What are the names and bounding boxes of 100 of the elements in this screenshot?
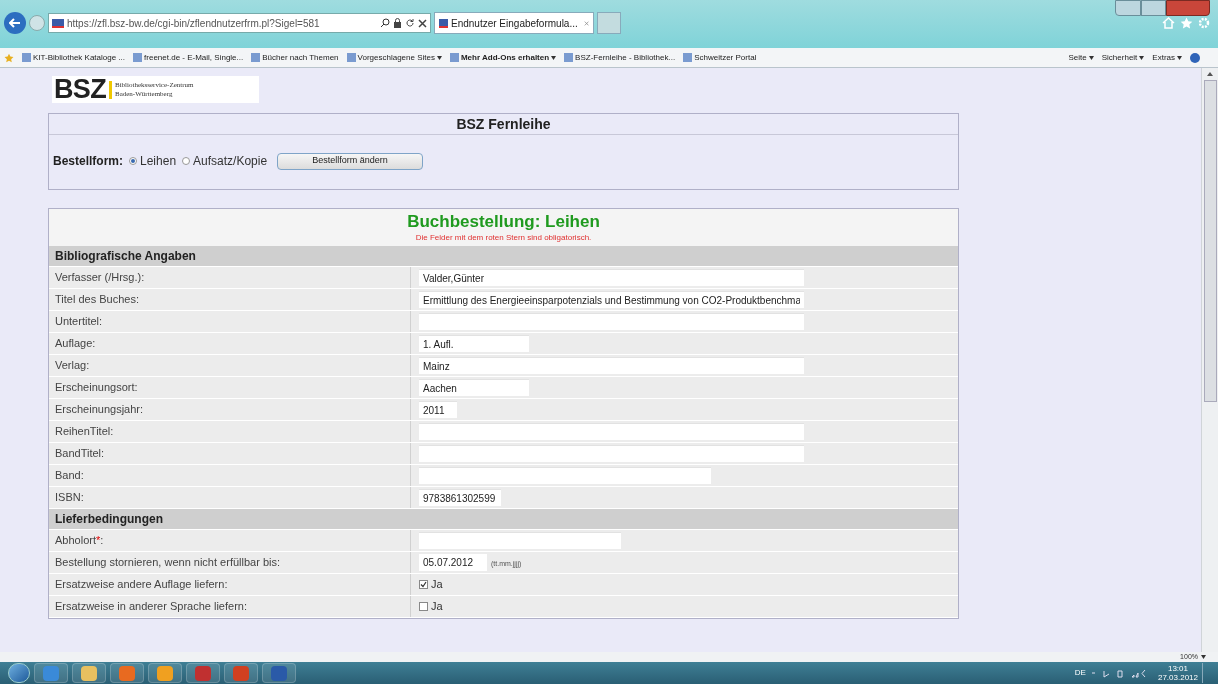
scroll-up-arrow-icon[interactable] (1207, 72, 1213, 76)
page-icon (133, 53, 143, 62)
arrow-left-icon (9, 18, 21, 28)
start-button[interactable] (8, 663, 30, 683)
form-title: Buchbestellung: Leihen (407, 211, 600, 232)
close-icon (418, 18, 427, 28)
text-field[interactable]: Mainz (419, 357, 804, 374)
favorite-label: Vorgeschlagene Sites (357, 51, 435, 64)
maximize-button[interactable] (1141, 0, 1166, 16)
star-icon[interactable] (4, 52, 14, 63)
tab-title: Endnutzer Eingabeformula... (451, 16, 578, 31)
radio-label: Leihen (140, 153, 177, 170)
address-field[interactable]: https://zfl.bsz-bw.de/cgi-bin/zflendnutzerfrm.pl?Sigel=581 (48, 13, 431, 33)
field-label: Verlag: (55, 358, 90, 374)
checkbox-label: Ja (431, 577, 443, 593)
text-field[interactable]: Aachen (419, 379, 529, 396)
field-label: BandTitel: (55, 446, 105, 462)
radio-label: Aufsatz/Kopie (193, 153, 268, 170)
field-label: Ersatzweise andere Auflage liefern: (55, 577, 228, 593)
field-label: ReihenTitel: (55, 424, 114, 440)
text-field[interactable]: Valder,Günter (419, 269, 804, 286)
field-label: Titel des Buches: (55, 292, 139, 308)
change-order-type-button[interactable]: Bestellform ändern (277, 152, 424, 170)
word-processor-icon[interactable] (262, 663, 296, 683)
caret-icon (1139, 55, 1145, 60)
star-icon[interactable] (1180, 17, 1193, 29)
page-icon (564, 53, 574, 62)
required-note: Die Felder mit dem roten Stern sind obligatorisch. (415, 231, 592, 244)
caret-icon (1201, 655, 1206, 659)
scrollbar-thumb[interactable] (1203, 80, 1217, 402)
radio-option[interactable]: Leihen (129, 152, 177, 170)
folder-icon[interactable] (72, 663, 106, 683)
browser-icon[interactable] (34, 663, 68, 683)
refresh-icon (405, 18, 415, 28)
command-label: Seite (1068, 51, 1087, 64)
new-tab-button[interactable] (597, 12, 621, 34)
quote-app-icon[interactable] (186, 663, 220, 683)
caret-icon (436, 55, 442, 60)
page-icon (683, 53, 693, 62)
field-label: Erscheinungsort: (55, 380, 138, 396)
checkmark-icon (420, 581, 427, 588)
page-icon (449, 53, 459, 62)
text-field[interactable] (419, 445, 804, 462)
settings-icon[interactable] (1198, 17, 1210, 29)
language-indicator[interactable]: DE (1074, 667, 1086, 679)
help-icon[interactable] (1190, 52, 1200, 63)
section-title: Lieferbedingungen (55, 511, 163, 528)
browser-tab[interactable]: Endnutzer Eingabeformula... (434, 12, 594, 34)
field-label: Auflage: (55, 336, 96, 352)
command-menu[interactable]: Sicherheit (1101, 51, 1145, 64)
text-field[interactable] (419, 423, 804, 440)
clock-time: 13:01 (1167, 664, 1188, 673)
close-button[interactable] (1166, 0, 1210, 16)
text-field[interactable] (419, 313, 804, 330)
text-field[interactable]: 9783861302599 (419, 489, 501, 506)
radio-button[interactable] (129, 157, 137, 165)
book-icon[interactable] (224, 663, 258, 683)
lock-icon (393, 18, 402, 28)
field-label: Ersatzweise in anderer Sprache liefern: (55, 599, 247, 615)
favorite-link[interactable]: Mehr Add-Ons erhalten (449, 51, 557, 64)
search-icon (380, 18, 390, 28)
field-label: ISBN: (55, 490, 84, 506)
field-label: Abholort*: (55, 533, 104, 549)
field-label: Bestellung stornieren, wenn nicht erfüllbar bis: (55, 555, 280, 571)
scrollbar[interactable] (1201, 68, 1218, 652)
radio-button[interactable] (182, 157, 191, 165)
caret-icon (1088, 55, 1094, 60)
logo-letters: BSZ (54, 76, 106, 103)
media-player-icon[interactable] (110, 663, 144, 683)
minimize-button[interactable] (1115, 0, 1141, 16)
text-field[interactable]: 1. Aufl. (419, 335, 529, 352)
field-label: Verfasser (/Hrsg.): (55, 270, 145, 286)
checkbox-label: Ja (431, 599, 443, 615)
back-button[interactable] (4, 12, 26, 34)
order-type-label: Bestellform: (53, 153, 123, 170)
close-icon (583, 19, 589, 27)
command-menu[interactable]: Seite (1068, 51, 1094, 64)
page-icon (251, 53, 261, 62)
panel-title: BSZ Fernleihe (456, 114, 551, 134)
site-favicon-icon (439, 18, 448, 28)
mail-app-icon[interactable] (148, 663, 182, 683)
radio-option[interactable]: Aufsatz/Kopie (182, 152, 268, 170)
home-icon[interactable] (1162, 17, 1175, 29)
command-menu[interactable]: Extras (1152, 51, 1182, 64)
date-field[interactable]: 05.07.2012 (419, 554, 487, 571)
text-field[interactable] (419, 467, 711, 484)
command-label: Extras (1152, 51, 1175, 64)
page-icon (346, 53, 356, 62)
section-title: Bibliografische Angaben (55, 248, 196, 265)
checkbox[interactable] (419, 602, 428, 611)
caret-icon (551, 55, 557, 60)
forward-button[interactable] (29, 15, 45, 31)
text-field[interactable]: 2011 (419, 401, 457, 418)
favorite-link[interactable]: Vorgeschlagene Sites (346, 51, 442, 64)
command-label: Sicherheit (1101, 51, 1138, 64)
favorite-label: Mehr Add-Ons erhalten (460, 51, 550, 64)
clock-date: 27.03.2012 (1157, 673, 1198, 682)
text-field[interactable] (419, 532, 621, 549)
field-label: Band: (55, 468, 84, 484)
checkbox[interactable] (419, 580, 428, 589)
